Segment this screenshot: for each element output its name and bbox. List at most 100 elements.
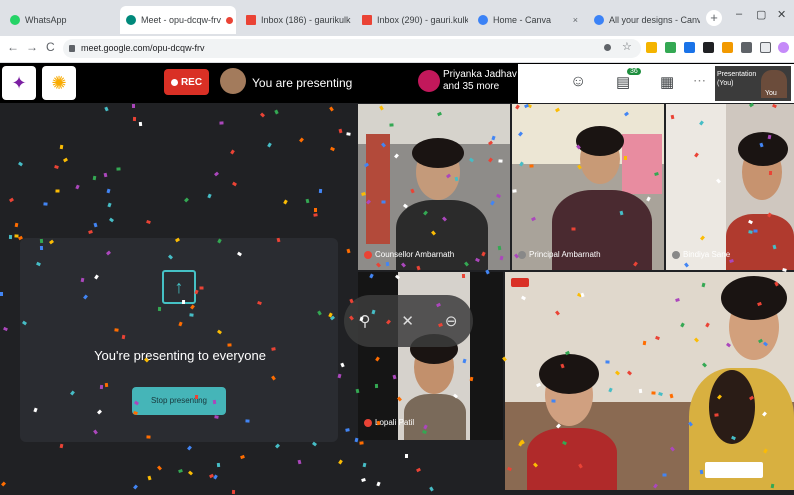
- restore-button[interactable]: ▢: [756, 8, 766, 21]
- new-tab-button[interactable]: +: [706, 10, 722, 26]
- confetti-piece: [361, 478, 366, 482]
- back-button[interactable]: ←: [7, 40, 19, 54]
- mute-participant-icon[interactable]: ✕: [401, 312, 414, 330]
- tab-label: WhatsApp: [25, 15, 67, 25]
- video-tile-bindiya[interactable]: Bindiya Sane: [666, 104, 794, 270]
- video-tile-principal[interactable]: Principal Ambarnath: [512, 104, 664, 270]
- url-field[interactable]: meet.google.com/opu-dcqw-frv: [63, 39, 641, 58]
- camera-indicator-icon[interactable]: [604, 44, 611, 51]
- confetti-piece: [131, 103, 136, 109]
- tab-label: Meet - opu-dcqw-frv: [141, 15, 222, 25]
- confetti-piece: [314, 208, 317, 212]
- tab-gmail-1[interactable]: Inbox (186) - gaurikulk ×: [240, 6, 352, 34]
- self-view-label: Presentation (You): [717, 70, 756, 88]
- extension-icon[interactable]: [703, 42, 714, 53]
- browser-tab-bar: WhatsApp Meet - opu-dcqw-frv × Inbox (18…: [0, 0, 794, 36]
- extension-icon[interactable]: [722, 42, 733, 53]
- confetti-piece: [54, 165, 59, 169]
- forward-button[interactable]: →: [26, 40, 38, 54]
- confetti-piece: [214, 171, 219, 177]
- self-view-tile[interactable]: Presentation (You) You: [715, 66, 791, 101]
- bookmark-star-icon[interactable]: ☆: [622, 40, 632, 53]
- participant-name: Lopali Patil: [375, 418, 415, 427]
- reload-button[interactable]: C: [46, 40, 55, 54]
- confetti-piece: [107, 202, 112, 208]
- confetti-piece: [338, 128, 343, 134]
- chat-badge: 36: [627, 68, 641, 75]
- pin-icon[interactable]: ⚲: [359, 312, 370, 330]
- confetti-piece: [146, 219, 151, 225]
- participant-count: and 35 more: [443, 81, 500, 92]
- confetti-piece: [346, 132, 351, 136]
- confetti-piece: [14, 222, 19, 228]
- extension-icon[interactable]: [646, 42, 657, 53]
- minimize-button[interactable]: –: [736, 8, 742, 20]
- presenter-avatar: [220, 68, 246, 94]
- tab-label: Inbox (186) - gaurikulk: [261, 15, 351, 25]
- tile-name-label: Principal Ambarnath: [518, 250, 601, 259]
- confetti-piece: [231, 489, 236, 495]
- participant-hair: [738, 132, 788, 166]
- confetti-piece: [346, 248, 351, 254]
- confetti-piece: [216, 462, 221, 468]
- recording-indicator[interactable]: REC: [164, 69, 209, 95]
- mic-icon: [672, 250, 680, 259]
- canva-icon: [478, 15, 488, 25]
- activities-icon[interactable]: ▦: [660, 73, 674, 91]
- confetti-piece: [109, 217, 114, 223]
- confetti-piece: [299, 137, 304, 143]
- participants-summary[interactable]: Priyanka Jadhav and 35 more: [443, 69, 517, 93]
- confetti-piece: [359, 441, 364, 445]
- confetti-piece: [230, 149, 235, 155]
- confetti-piece: [138, 121, 143, 127]
- tab-canva-home[interactable]: Home - Canva ×: [472, 6, 584, 34]
- confetti-piece: [106, 188, 111, 194]
- confetti-piece: [232, 181, 237, 187]
- participant-hair: [721, 276, 787, 320]
- profile-avatar[interactable]: [778, 42, 789, 53]
- participant-name: Counsellor Ambarnath: [375, 250, 455, 259]
- whatsapp-icon: [10, 15, 20, 25]
- extension-icon[interactable]: [684, 42, 695, 53]
- more-options-icon[interactable]: ⊖: [445, 312, 458, 330]
- chat-icon[interactable]: ▤: [616, 73, 630, 91]
- confetti-button[interactable]: ✺: [42, 66, 76, 100]
- tab-whatsapp[interactable]: WhatsApp: [4, 6, 116, 34]
- video-tile-counsellor[interactable]: Counsellor Ambarnath: [358, 104, 510, 270]
- video-tile-spotlight[interactable]: [505, 272, 794, 490]
- confetti-piece: [329, 106, 334, 112]
- effects-button[interactable]: ✦: [2, 66, 36, 100]
- caption-box: [705, 462, 763, 478]
- sidebar-icon[interactable]: [760, 42, 771, 53]
- confetti-piece: [18, 161, 23, 167]
- confetti-piece: [209, 473, 214, 479]
- checkmark-extension-icon[interactable]: [665, 42, 676, 53]
- confetti-piece: [275, 443, 280, 449]
- confetti-piece: [240, 454, 245, 460]
- rec-label: REC: [180, 76, 203, 88]
- more-icon[interactable]: ⋯: [693, 73, 706, 89]
- confetti-piece: [318, 188, 323, 194]
- tab-meet[interactable]: Meet - opu-dcqw-frv ×: [120, 6, 236, 34]
- confetti-piece: [75, 184, 80, 190]
- confetti-piece: [104, 106, 109, 112]
- confetti-piece: [416, 467, 421, 473]
- confetti-piece: [55, 189, 60, 193]
- close-icon[interactable]: ×: [573, 15, 578, 25]
- tab-gmail-2[interactable]: Inbox (290) - gauri.kulk ×: [356, 6, 468, 34]
- tab-canva-designs[interactable]: All your designs - Canva ×: [588, 6, 700, 34]
- confetti-piece: [116, 167, 121, 171]
- stop-presenting-button[interactable]: Stop presenting: [132, 387, 226, 415]
- confetti-piece: [207, 193, 212, 199]
- presenting-message: You're presenting to everyone: [94, 348, 266, 363]
- presentation-owner-label: (You): [717, 80, 734, 87]
- confetti-piece: [297, 459, 302, 465]
- live-badge: [511, 278, 529, 287]
- close-window-button[interactable]: ✕: [777, 8, 786, 21]
- people-icon[interactable]: ☺: [570, 73, 586, 91]
- confetti-piece: [14, 234, 19, 238]
- mic-icon: [518, 250, 526, 259]
- participant-avatar: [418, 70, 440, 92]
- confetti-piece: [267, 142, 272, 148]
- puzzle-icon[interactable]: [741, 42, 752, 53]
